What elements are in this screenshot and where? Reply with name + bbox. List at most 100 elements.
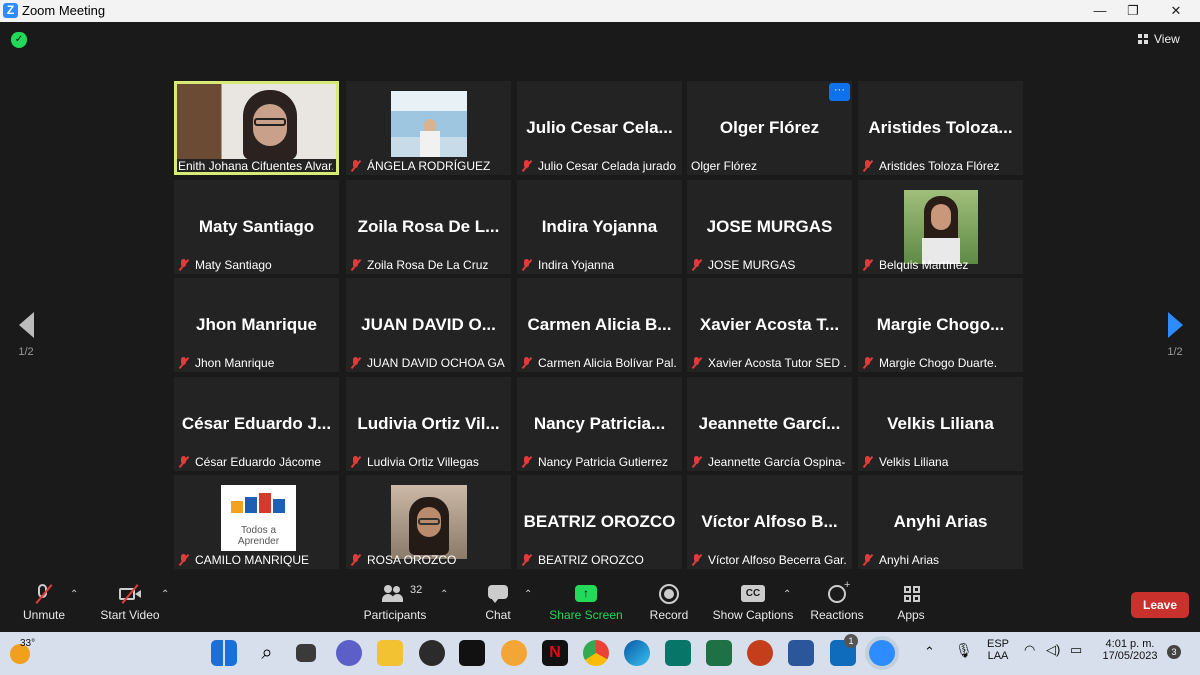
participant-name: Carmen Alicia Bolívar Pal... — [538, 356, 676, 370]
language-indicator[interactable]: ESP LAA — [984, 638, 1012, 662]
participant-tile[interactable]: BEATRIZ OROZCO BEATRIZ OROZCO — [517, 475, 682, 569]
participant-tile[interactable]: Ludivia Ortiz Vil... Ludivia Ortiz Ville… — [346, 377, 511, 471]
show-hidden-icons-icon[interactable]: ⌃ — [924, 644, 935, 660]
participant-tile[interactable]: Indira Yojanna Indira Yojanna — [517, 180, 682, 274]
publisher-icon[interactable] — [665, 640, 691, 666]
mail-icon[interactable]: 1 — [830, 634, 858, 666]
start-menu-icon[interactable] — [211, 640, 237, 666]
participant-tile-active-speaker[interactable]: Enith Johana Cifuentes Alvar... — [174, 81, 339, 175]
participant-tile[interactable]: Jeannette Garcí... Jeannette García Ospi… — [687, 377, 852, 471]
captions-options-caret[interactable]: ⌃ — [783, 589, 791, 600]
record-button[interactable]: Record — [646, 583, 692, 622]
netflix-icon[interactable]: N — [542, 640, 568, 666]
battery-icon[interactable]: ▭ — [1070, 642, 1082, 658]
start-video-label: Start Video — [100, 608, 160, 622]
participants-icon: 32 — [360, 583, 430, 605]
chat-options-caret[interactable]: ⌃ — [524, 589, 532, 600]
participant-tile[interactable]: ÁNGELA RODRÍGUEZ — [346, 81, 511, 175]
participant-tile[interactable]: Maty Santiago Maty Santiago — [174, 180, 339, 274]
notifications-badge[interactable]: 3 — [1167, 645, 1181, 659]
participant-tile[interactable]: Carmen Alicia B... Carmen Alicia Bolívar… — [517, 278, 682, 372]
participant-name: Margie Chogo Duarte. — [879, 356, 998, 370]
participant-name: JOSE MURGAS — [708, 258, 796, 272]
zoom-logo-icon: Z — [3, 3, 18, 18]
participant-name: Xavier Acosta Tutor SED ... — [708, 356, 846, 370]
participant-name: Indira Yojanna — [538, 258, 615, 272]
file-explorer-icon[interactable] — [377, 640, 403, 666]
participant-tile[interactable]: Margie Chogo... Margie Chogo Duarte. — [858, 278, 1023, 372]
start-video-button[interactable]: Start Video — [98, 583, 162, 622]
participant-tile[interactable]: Julio Cesar Cela... Julio Cesar Celada j… — [517, 81, 682, 175]
excel-icon[interactable] — [706, 640, 732, 666]
language-top: ESP — [986, 638, 1009, 650]
teams-icon[interactable] — [336, 640, 362, 666]
participant-tile[interactable]: Velkis Liliana Velkis Liliana — [858, 377, 1023, 471]
muted-mic-icon — [178, 258, 190, 272]
participant-tile[interactable]: ··· Olger Flórez Olger Flórez — [687, 81, 852, 175]
reactions-button[interactable]: + Reactions — [808, 579, 866, 622]
participant-display-name: Margie Chogo... — [876, 315, 1005, 334]
video-options-caret[interactable]: ⌃ — [161, 589, 169, 600]
more-options-icon[interactable]: ··· — [829, 83, 850, 101]
view-label: View — [1154, 32, 1180, 46]
encryption-shield-icon[interactable]: ✓ — [11, 32, 27, 48]
chat-label: Chat — [485, 608, 511, 622]
participant-display-name: JUAN DAVID O... — [361, 315, 496, 334]
next-page-button[interactable]: 1/2 — [1155, 312, 1195, 358]
share-screen-button[interactable]: ↑ Share Screen — [548, 583, 624, 622]
participant-tile[interactable]: JOSE MURGAS JOSE MURGAS — [687, 180, 852, 274]
participant-name: Maty Santiago — [195, 258, 272, 272]
apps-button[interactable]: Apps — [890, 583, 932, 622]
participant-tile[interactable]: Jhon Manrique Jhon Manrique — [174, 278, 339, 372]
participant-tile[interactable]: Todos a Aprender CAMILO MANRIQUE — [174, 475, 339, 569]
participants-button[interactable]: 32 Participants — [360, 583, 430, 622]
powerpoint-icon[interactable] — [747, 640, 773, 666]
participant-tile[interactable]: ROSA OROZCO — [346, 475, 511, 569]
participant-tile[interactable]: Aristides Toloza... Aristides Toloza Fló… — [858, 81, 1023, 175]
participant-name: Belquis Martínez — [879, 258, 969, 272]
leave-button[interactable]: Leave — [1131, 592, 1189, 618]
page-indicator-left: 1/2 — [18, 346, 34, 358]
participant-tile[interactable]: Anyhi Arias Anyhi Arias — [858, 475, 1023, 569]
participant-tile[interactable]: César Eduardo J... César Eduardo Jácome — [174, 377, 339, 471]
participant-tile[interactable]: JUAN DAVID O... JUAN DAVID OCHOA GA... — [346, 278, 511, 372]
word-icon[interactable] — [788, 640, 814, 666]
close-button[interactable]: ✕ — [1156, 0, 1196, 22]
microphone-icon[interactable]: 🎙 — [955, 642, 973, 659]
app-icon[interactable] — [459, 640, 485, 666]
participants-options-caret[interactable]: ⌃ — [440, 589, 448, 600]
captions-icon-text: CC — [741, 585, 765, 602]
zoom-taskbar-icon[interactable] — [869, 640, 895, 666]
muted-microphone-icon — [18, 583, 70, 605]
participant-display-name: Ludivia Ortiz Vil... — [357, 414, 500, 433]
search-icon[interactable]: ⌕ — [254, 640, 280, 666]
media-app-icon[interactable] — [419, 640, 445, 666]
participants-count: 32 — [410, 584, 423, 596]
unmute-button[interactable]: Unmute — [18, 583, 70, 622]
apps-icon — [890, 583, 932, 605]
edge-icon[interactable] — [624, 640, 650, 666]
participant-name: JUAN DAVID OCHOA GA... — [367, 356, 505, 370]
muted-mic-icon — [178, 455, 190, 469]
participant-tile[interactable]: Belquis Martínez — [858, 180, 1023, 274]
volume-icon[interactable]: ◁) — [1046, 642, 1060, 658]
participant-tile[interactable]: Zoila Rosa De L... Zoila Rosa De La Cruz — [346, 180, 511, 274]
previous-page-button[interactable]: 1/2 — [6, 312, 46, 358]
logo-text: Todos a Aprender — [237, 525, 280, 547]
participant-display-name: Carmen Alicia B... — [527, 315, 672, 334]
chat-button[interactable]: Chat — [476, 583, 520, 622]
chrome-icon[interactable] — [583, 640, 609, 666]
restore-button[interactable]: ❐ — [1113, 0, 1153, 22]
view-button[interactable]: View — [1138, 28, 1194, 50]
show-captions-button[interactable]: CC Show Captions — [712, 583, 794, 622]
clock[interactable]: 4:01 p. m. 17/05/2023 — [1098, 638, 1162, 662]
participant-tile[interactable]: Nancy Patricia... Nancy Patricia Gutierr… — [517, 377, 682, 471]
audio-options-caret[interactable]: ⌃ — [70, 589, 78, 600]
task-view-icon[interactable] — [296, 644, 316, 662]
wifi-icon[interactable]: ◠ — [1024, 642, 1035, 658]
participant-display-name: Zoila Rosa De L... — [357, 217, 500, 236]
participant-display-name: Julio Cesar Cela... — [526, 118, 673, 137]
participant-tile[interactable]: Víctor Alfoso B... Víctor Alfoso Becerra… — [687, 475, 852, 569]
weather-app-icon[interactable] — [501, 640, 527, 666]
participant-tile[interactable]: Xavier Acosta T... Xavier Acosta Tutor S… — [687, 278, 852, 372]
